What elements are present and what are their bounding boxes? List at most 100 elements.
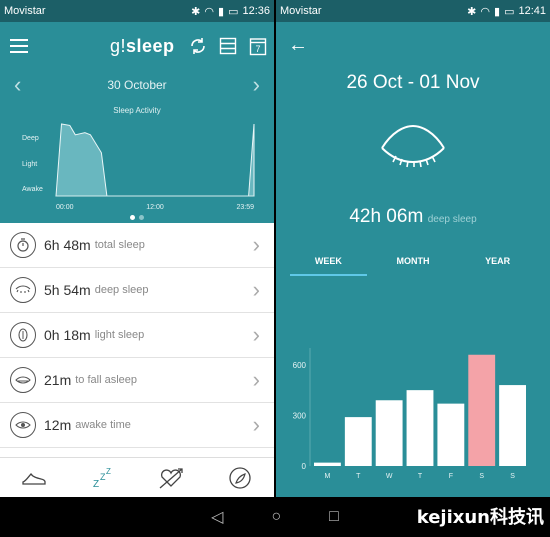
back-arrow-icon[interactable]: ← — [288, 34, 308, 57]
metric-value: 0h 18m — [44, 327, 91, 343]
metrics-list: 6h 48m total sleep › 5h 54m deep sleep › 0h 18… — [0, 223, 274, 448]
calendar-icon[interactable]: 7 — [248, 36, 268, 56]
metric-value: 6h 48m — [44, 237, 91, 253]
calendar-day: 7 — [255, 44, 260, 54]
metric-value: 12m — [44, 417, 72, 433]
x-tick-label: W — [386, 473, 393, 480]
x-tick-label: S — [510, 473, 515, 480]
metric-label: light sleep — [94, 329, 145, 341]
carrier-label: Movistar — [280, 5, 322, 17]
wifi-icon: ◠ — [204, 5, 214, 18]
recents-icon[interactable]: □ — [329, 508, 339, 526]
battery-icon: ▭ — [228, 5, 239, 18]
sleep-area — [55, 123, 255, 197]
metric-value: 5h 54m — [44, 282, 91, 298]
app-title-suffix: sleep — [126, 35, 175, 56]
sleep-activity-chart: ‹ 30 October › Sleep Activity Awake Light… — [0, 70, 274, 223]
chart-caption: Sleep Activity — [113, 106, 161, 115]
period-tabs: WEEK MONTH YEAR — [276, 256, 550, 276]
shoe-icon[interactable] — [19, 463, 49, 493]
page-indicator — [0, 215, 274, 220]
next-day-chevron-icon[interactable]: › — [253, 74, 260, 96]
date-range: 26 Oct - 01 Nov — [346, 72, 480, 93]
x-tick-label: S — [479, 473, 484, 480]
status-bar: Movistar ✱ ◠ ▮ ▭ 12:36 — [0, 0, 274, 22]
y-category-label: Deep — [22, 135, 39, 142]
svg-text:Z: Z — [106, 467, 111, 476]
metric-row[interactable]: 12m awake time › — [0, 403, 274, 448]
bar[interactable] — [437, 403, 465, 466]
bar[interactable] — [375, 400, 403, 466]
x-tick-label: F — [449, 473, 453, 480]
metric-row[interactable]: 6h 48m total sleep › — [0, 223, 274, 268]
chevron-right-icon: › — [252, 412, 260, 437]
carrier-label: Movistar — [4, 5, 46, 17]
x-tick-label: 23:59 — [236, 204, 254, 211]
menu-icon[interactable] — [10, 39, 28, 53]
wifi-icon: ◠ — [480, 5, 490, 18]
bar[interactable] — [499, 385, 526, 466]
stopwatch-icon — [10, 232, 36, 258]
bar[interactable] — [406, 390, 434, 466]
x-tick-label: M — [325, 473, 331, 480]
x-tick-label: 12:00 — [146, 204, 164, 211]
deep-sleep-total: 42h 06m deep sleep — [276, 206, 550, 228]
bar[interactable] — [468, 354, 496, 466]
signal-icon: ▮ — [218, 5, 225, 18]
weekly-view-screen: Movistar ✱ ◠ ▮ ▭ 12:41 ← 26 Oct - 01 Nov… — [276, 0, 550, 497]
x-tick-label: 00:00 — [56, 204, 74, 211]
deep-sleep-label: deep sleep — [427, 214, 477, 225]
y-tick-label: 300 — [293, 411, 307, 420]
screenshot-root: Movistar ✱ ◠ ▮ ▭ 12:36 g!sleep 7 ‹ 30 Oc… — [0, 0, 550, 537]
selected-date: 30 October — [107, 78, 167, 92]
y-tick-label: 0 — [302, 462, 307, 471]
closed-eye-icon — [381, 124, 445, 168]
eye-icon — [10, 412, 36, 438]
y-category-label: Awake — [22, 186, 43, 193]
metric-label: awake time — [75, 419, 131, 431]
tab-month[interactable]: MONTH — [371, 256, 456, 276]
bar[interactable] — [314, 462, 341, 466]
y-tick-label: 600 — [293, 361, 307, 370]
page-dot — [139, 215, 144, 220]
battery-icon: ▭ — [504, 5, 515, 18]
app-bar: g!sleep 7 — [0, 22, 274, 70]
closed-eye-icon — [10, 277, 36, 303]
deep-sleep-value: 42h 06m — [349, 206, 424, 227]
sleep-area-svg: Awake Light Deep 00:00 12:00 23:59 — [22, 123, 255, 211]
metric-label: deep sleep — [94, 284, 149, 296]
prev-day-chevron-icon[interactable]: ‹ — [14, 74, 21, 96]
chevron-right-icon: › — [252, 232, 260, 257]
status-time: 12:41 — [518, 5, 546, 17]
app-title-prefix: g! — [110, 35, 127, 56]
chevron-right-icon: › — [252, 367, 260, 392]
tab-year[interactable]: YEAR — [455, 256, 540, 276]
status-bar: Movistar ✱ ◠ ▮ ▭ 12:41 — [276, 0, 550, 22]
back-icon[interactable]: ◁ — [211, 507, 223, 527]
chevron-right-icon: › — [252, 277, 260, 302]
page-dot — [130, 215, 135, 220]
globe-leaf-icon[interactable] — [225, 463, 255, 493]
x-tick-label: T — [418, 473, 423, 480]
app-title: g!sleep — [110, 36, 175, 57]
heart-arrow-icon[interactable] — [156, 463, 186, 493]
signal-icon: ▮ — [494, 5, 501, 18]
y-category-label: Light — [22, 161, 37, 168]
home-icon[interactable]: ○ — [271, 508, 281, 526]
tab-week[interactable]: WEEK — [286, 256, 371, 276]
watermark-logo: kejixun科技讯 — [416, 507, 544, 528]
app-bar: ← — [276, 22, 550, 68]
eye-half-icon — [10, 367, 36, 393]
weekly-bar-chart: 0 300 600 M T W T F S S — [293, 348, 526, 480]
chevron-right-icon: › — [252, 322, 260, 347]
metric-label: total sleep — [94, 239, 145, 251]
sync-icon[interactable] — [188, 36, 208, 56]
bar[interactable] — [344, 417, 372, 466]
status-time: 12:36 — [242, 5, 270, 17]
svg-text:Z: Z — [93, 479, 99, 490]
metric-row[interactable]: 0h 18m light sleep › — [0, 313, 274, 358]
metric-row[interactable]: 5h 54m deep sleep › — [0, 268, 274, 313]
metric-row[interactable]: 21m to fall asleep › — [0, 358, 274, 403]
zzz-icon[interactable]: ZZZ — [88, 463, 118, 493]
list-view-icon[interactable] — [218, 36, 238, 56]
